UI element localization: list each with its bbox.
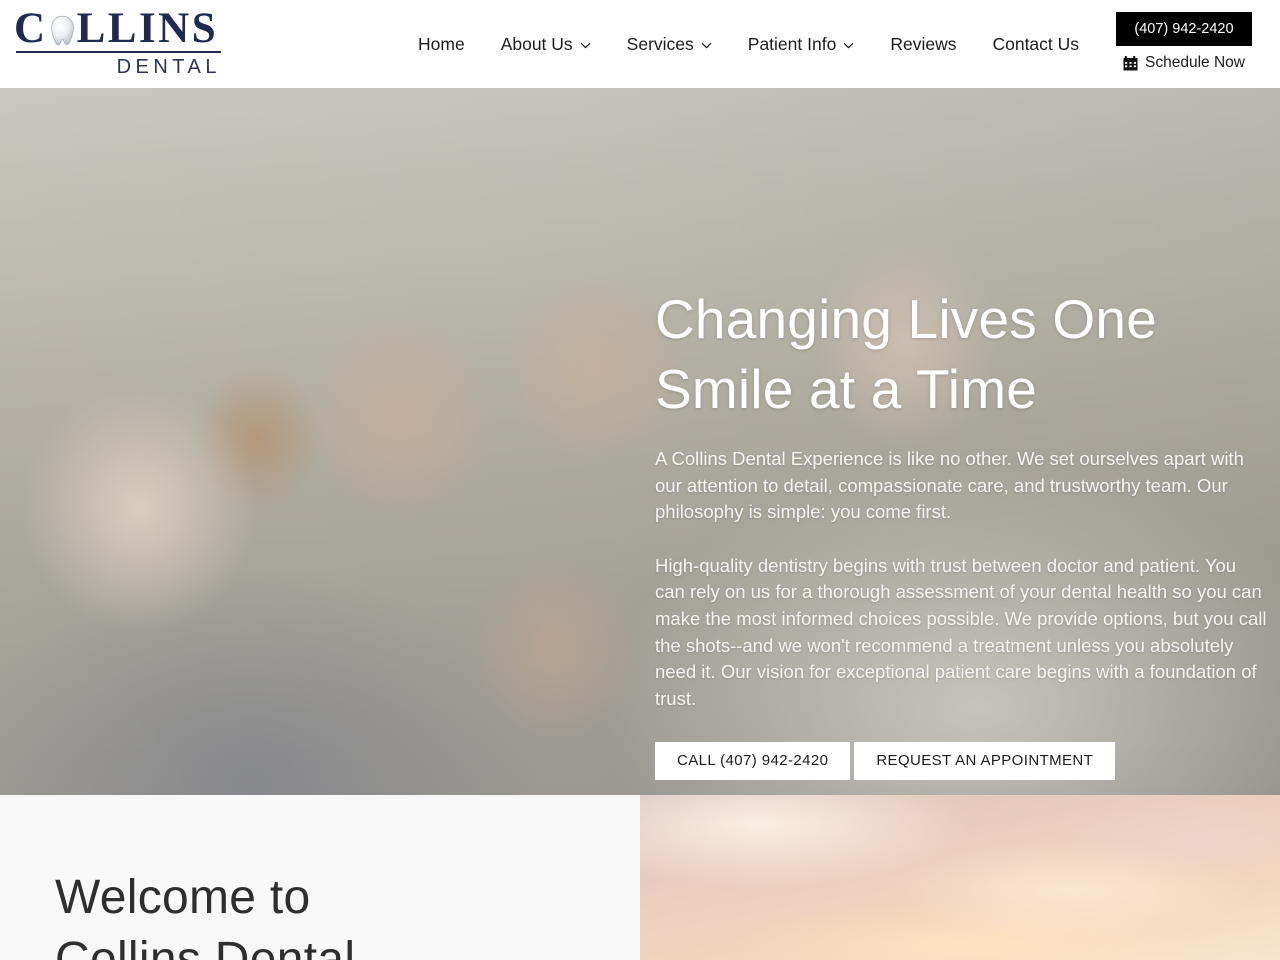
welcome-section: Welcome to Collins Dental — [0, 795, 1280, 960]
nav-item-home[interactable]: Home — [400, 28, 483, 61]
schedule-now-link[interactable]: Schedule Now — [1123, 54, 1245, 72]
nav-item-contact-us[interactable]: Contact Us — [974, 28, 1097, 61]
welcome-heading-line2: Collins Dental — [55, 933, 356, 960]
chevron-down-icon — [843, 42, 854, 49]
schedule-now-label: Schedule Now — [1145, 54, 1245, 71]
hero-paragraph-1: A Collins Dental Experience is like no o… — [655, 448, 1244, 523]
nav-label: About Us — [500, 33, 573, 54]
nav-label: Home — [418, 33, 465, 54]
nav-label: Services — [626, 33, 694, 54]
welcome-text-column: Welcome to Collins Dental — [0, 795, 640, 960]
chevron-down-icon — [580, 42, 591, 49]
hero-content: Changing Lives One Smile at a Time A Col… — [655, 284, 1267, 781]
logo-wordmark: C LLINS — [14, 7, 244, 53]
nav-item-patient-info[interactable]: Patient Info — [730, 28, 873, 61]
chevron-down-icon — [701, 42, 712, 49]
header-contact-block: (407) 942-2420 Schedule Now — [1106, 12, 1262, 72]
logo-subtitle: DENTAL — [116, 56, 221, 78]
hero-call-button[interactable]: CALL (407) 942-2420 — [655, 742, 851, 781]
hero-title: Changing Lives One Smile at a Time — [655, 288, 1157, 420]
nav-item-services[interactable]: Services — [609, 28, 730, 61]
site-header: C LLINS DENTAL Home About Us Services Pat… — [0, 0, 1280, 88]
site-logo[interactable]: C LLINS DENTAL — [14, 6, 244, 80]
calendar-icon — [1123, 55, 1138, 71]
logo-letter-c: C — [14, 5, 48, 52]
nav-label: Contact Us — [992, 33, 1080, 54]
nav-item-reviews[interactable]: Reviews — [872, 28, 974, 61]
header-phone-button[interactable]: (407) 942-2420 — [1116, 12, 1252, 46]
hero-paragraph-2: High-quality dentistry begins with trust… — [655, 554, 1267, 709]
sunset-sky-photo — [640, 795, 1280, 960]
hero-section: Changing Lives One Smile at a Time A Col… — [0, 88, 1280, 795]
logo-letters-llins: LLINS — [76, 5, 219, 52]
nav-item-about-us[interactable]: About Us — [483, 28, 609, 61]
nav-label: Reviews — [890, 33, 957, 54]
primary-navigation: Home About Us Services Patient Info Revi… — [400, 0, 1097, 88]
hero-request-appointment-button[interactable]: REQUEST AN APPOINTMENT — [854, 742, 1116, 781]
tooth-icon — [49, 15, 76, 47]
welcome-heading: Welcome to Collins Dental — [55, 867, 355, 960]
nav-label: Patient Info — [747, 33, 837, 54]
welcome-heading-line1: Welcome to — [55, 871, 311, 924]
hero-cta-group: CALL (407) 942-2420 REQUEST AN APPOINTME… — [655, 742, 1267, 781]
welcome-image-column — [640, 795, 1280, 960]
